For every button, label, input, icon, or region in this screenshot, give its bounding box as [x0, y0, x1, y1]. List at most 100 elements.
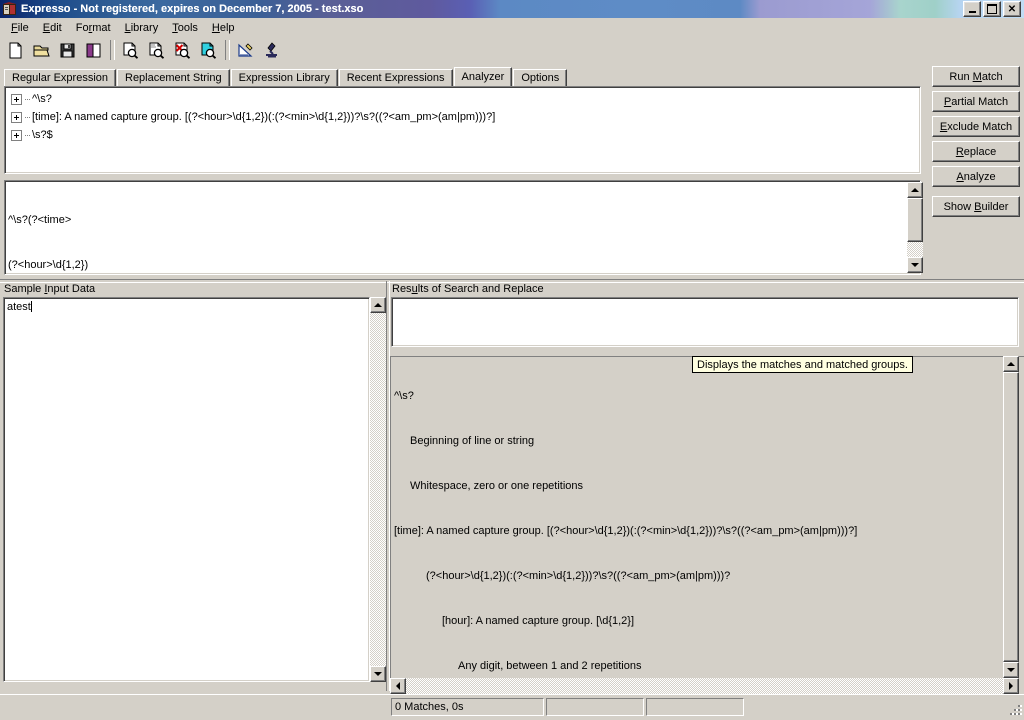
- regex-line: (?<hour>\d{1,2}): [8, 259, 89, 271]
- arrow-up-icon: [911, 188, 919, 192]
- regex-line: ^\s?(?<time>: [8, 214, 72, 226]
- save-disk-icon[interactable]: [55, 38, 80, 62]
- menu-bar: File Edit Format Library Tools Help: [0, 18, 1024, 37]
- analysis-hscrollbar[interactable]: [390, 678, 1019, 694]
- analysis-line: Any digit, between 1 and 2 repetitions: [458, 660, 642, 672]
- new-icon[interactable]: [3, 38, 28, 62]
- menu-edit[interactable]: Edit: [36, 20, 69, 36]
- arrow-up-icon: [1007, 362, 1015, 366]
- analysis-output-panel[interactable]: ^\s? Beginning of line or string Whitesp…: [390, 356, 1024, 678]
- scroll-down-button[interactable]: [1003, 662, 1019, 678]
- analysis-line: ^\s?: [394, 390, 414, 402]
- sample-input-textarea[interactable]: atest: [3, 297, 370, 682]
- status-panel-3: [646, 698, 744, 716]
- tree-connector: [25, 116, 30, 118]
- status-bar: 0 Matches, 0s: [0, 694, 1024, 720]
- book-library-icon[interactable]: [81, 38, 106, 62]
- results-value: [392, 298, 1018, 300]
- find-replace-icon[interactable]: [196, 38, 221, 62]
- scrollbar-track[interactable]: [370, 297, 386, 682]
- analyze-button[interactable]: Analyze: [932, 166, 1020, 187]
- arrow-down-icon: [374, 672, 382, 676]
- analysis-line: [time]: A named capture group. [(?<hour>…: [394, 525, 858, 537]
- close-button[interactable]: ✕: [1003, 1, 1021, 17]
- menu-file[interactable]: File: [4, 20, 36, 36]
- ruler-builder-icon[interactable]: [233, 38, 258, 62]
- find-exclude-icon[interactable]: [170, 38, 195, 62]
- expand-plus-icon[interactable]: [11, 111, 22, 123]
- scroll-down-button[interactable]: [907, 257, 923, 273]
- arrow-right-icon: [1009, 682, 1013, 690]
- status-matches: 0 Matches, 0s: [391, 698, 544, 716]
- analysis-line: (?<hour>\d{1,2})(:(?<min>\d{1,2}))?\s?((…: [426, 570, 731, 582]
- tab-strip: Regular Expression Replacement String Ex…: [4, 67, 920, 86]
- action-button-column: Run Match Partial Match Exclude Match Re…: [932, 66, 1020, 221]
- tree-node-label: [time]: A named capture group. [(?<hour>…: [32, 111, 496, 123]
- show-builder-button[interactable]: Show Builder: [932, 196, 1020, 217]
- scrollbar-track[interactable]: [390, 678, 1019, 694]
- restore-button[interactable]: [983, 1, 1001, 17]
- scrollbar-thumb[interactable]: [907, 198, 923, 242]
- menu-format[interactable]: Format: [69, 20, 118, 36]
- menu-help[interactable]: Help: [205, 20, 242, 36]
- analyzer-tree-view[interactable]: ^\s? [time]: A named capture group. [(?<…: [4, 86, 921, 174]
- run-match-button[interactable]: Run Match: [932, 66, 1020, 87]
- arrow-down-icon: [911, 263, 919, 267]
- scroll-up-button[interactable]: [907, 182, 923, 198]
- expand-plus-icon[interactable]: [11, 129, 22, 141]
- title-bar[interactable]: Expresso - Not registered, expires on De…: [0, 0, 1024, 18]
- toolbar: [0, 37, 1024, 64]
- tree-node[interactable]: \s?$: [11, 126, 920, 144]
- toolbar-separator-2: [225, 40, 230, 60]
- tab-expression-library[interactable]: Expression Library: [230, 69, 338, 86]
- text-caret: [30, 301, 32, 312]
- partial-match-button[interactable]: Partial Match: [932, 91, 1020, 112]
- expand-plus-icon[interactable]: [11, 93, 22, 105]
- replace-button[interactable]: Replace: [932, 141, 1020, 162]
- tree-node-label: ^\s?: [32, 93, 52, 105]
- tab-analyzer[interactable]: Analyzer: [453, 67, 513, 86]
- analysis-line: [hour]: A named capture group. [\d{1,2}]: [442, 615, 635, 627]
- tab-options[interactable]: Options: [513, 69, 568, 86]
- analysis-lines: ^\s? Beginning of line or string Whitesp…: [391, 357, 1024, 678]
- microscope-analyze-icon[interactable]: [259, 38, 284, 62]
- scroll-down-button[interactable]: [370, 666, 386, 682]
- window-controls: ✕: [963, 1, 1021, 17]
- menu-tools[interactable]: Tools: [165, 20, 205, 36]
- analysis-vscrollbar[interactable]: [1003, 356, 1019, 678]
- analysis-line: Beginning of line or string: [410, 435, 535, 447]
- matches-tooltip: Displays the matches and matched groups.: [692, 356, 913, 373]
- analysis-line: Whitespace, zero or one repetitions: [410, 480, 584, 492]
- results-label: Results of Search and Replace: [392, 283, 544, 295]
- scroll-up-button[interactable]: [1003, 356, 1019, 372]
- arrow-down-icon: [1007, 668, 1015, 672]
- find-partial-icon[interactable]: [144, 38, 169, 62]
- resize-grip[interactable]: [1009, 704, 1022, 717]
- scroll-right-button[interactable]: [1003, 678, 1019, 694]
- regular-expression-editor[interactable]: ^\s?(?<time> (?<hour>\d{1,2}) (:(?<min>\…: [4, 180, 921, 275]
- sample-input-label: Sample Input Data: [4, 283, 96, 295]
- tree-node[interactable]: [time]: A named capture group. [(?<hour>…: [11, 108, 920, 126]
- sample-input-vscrollbar[interactable]: [370, 297, 386, 682]
- arrow-up-icon: [374, 303, 382, 307]
- expresso-window: Expresso - Not registered, expires on De…: [0, 0, 1024, 720]
- tree-node[interactable]: ^\s?: [11, 90, 920, 108]
- menu-library[interactable]: Library: [118, 20, 166, 36]
- tab-recent-expressions[interactable]: Recent Expressions: [338, 69, 453, 86]
- exclude-match-button[interactable]: Exclude Match: [932, 116, 1020, 137]
- scrollbar-thumb[interactable]: [1003, 372, 1019, 662]
- scroll-left-button[interactable]: [390, 678, 406, 694]
- arrow-left-icon: [396, 682, 400, 690]
- sample-input-value: atest: [7, 301, 31, 313]
- tab-replacement-string[interactable]: Replacement String: [117, 69, 230, 86]
- find-match-icon[interactable]: [118, 38, 143, 62]
- tree-node-label: \s?$: [32, 129, 53, 141]
- regex-editor-scrollbar[interactable]: [907, 182, 923, 273]
- open-folder-icon[interactable]: [29, 38, 54, 62]
- results-textarea[interactable]: [391, 297, 1019, 347]
- minimize-button[interactable]: [963, 1, 981, 17]
- window-title: Expresso - Not registered, expires on De…: [21, 3, 364, 15]
- tab-regular-expression[interactable]: Regular Expression: [4, 69, 116, 86]
- scroll-up-button[interactable]: [370, 297, 386, 313]
- tree-connector: [25, 134, 30, 136]
